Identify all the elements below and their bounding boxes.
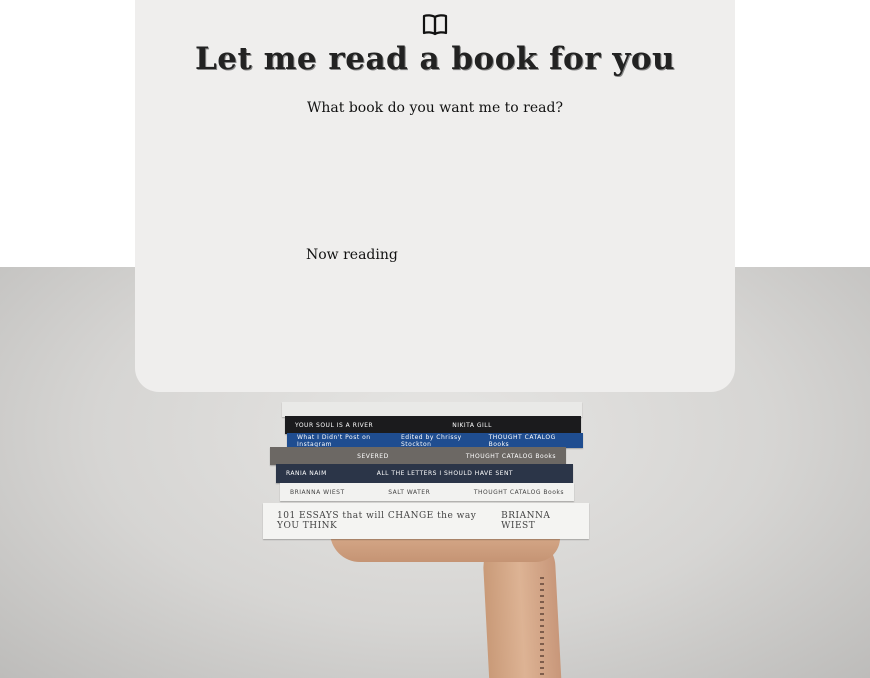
book-spine-middle-text: SEVERED [357,452,389,460]
arm-tattoo [540,577,544,678]
book-spine-middle-text: ALL THE LETTERS I SHOULD HAVE SENT [376,470,514,477]
book-spine-left-text: BRIANNA WIEST [290,488,345,496]
now-reading-label: Now reading [306,247,398,263]
book-spine: 101 ESSAYS that will CHANGE the way YOU … [263,503,589,539]
open-book-icon [422,12,448,36]
book-spine-left-text: 101 ESSAYS that will CHANGE the way YOU … [277,511,477,531]
book-spine-middle-text: Edited by Chrissy Stockton [400,433,462,448]
book-spine-middle-text: NIKITA GILL [452,421,492,429]
book-spine-right-text: THOUGHT CATALOG Books [473,488,564,496]
book-spine-left-text: RANIA NAIM [286,470,327,477]
book-spine-right-text: BRIANNA WIEST [501,511,551,531]
book-spine: YOUR SOUL IS A RIVER NIKITA GILL [285,416,581,434]
book-spine [282,402,582,417]
book-spine-middle-text: SALT WATER [388,488,431,496]
book-spine-right-text: THOUGHT CATALOG Books [488,433,556,448]
book-spine: What I Didn't Post on Instagram Edited b… [287,433,583,448]
page-title: Let me read a book for you [194,41,676,77]
book-spine: SEVERED THOUGHT CATALOG Books [270,447,566,465]
page-subtitle: What book do you want me to read? [307,100,563,116]
book-spine: RANIA NAIM ALL THE LETTERS I SHOULD HAVE… [276,464,573,483]
book-spine-left-text: YOUR SOUL IS A RIVER [295,421,374,429]
book-spine: BRIANNA WIEST SALT WATER THOUGHT CATALOG… [280,483,574,501]
reader-card: Let me read a book for you What book do … [135,0,735,392]
book-spine-right-text: THOUGHT CATALOG Books [465,452,556,460]
book-spine-left-text: What I Didn't Post on Instagram [297,433,371,448]
